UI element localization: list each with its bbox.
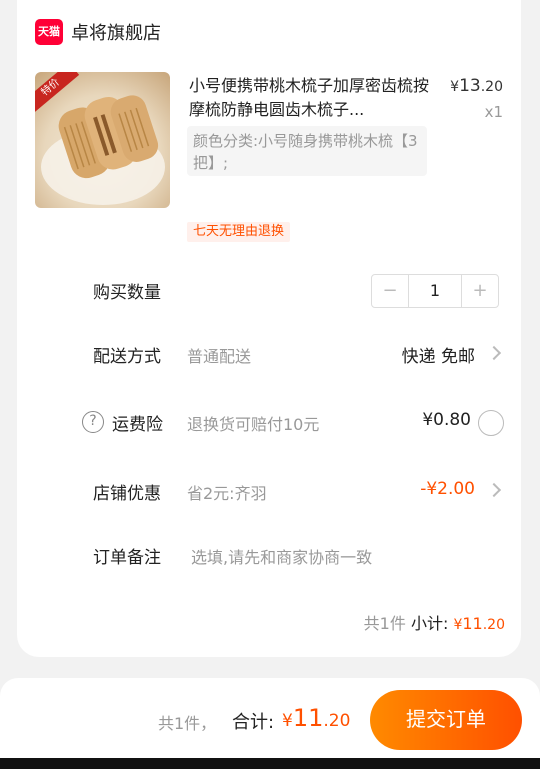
shop-header[interactable]: 天猫 卓将旗舰店 [35, 18, 161, 46]
return-policy-badge: 七天无理由退换 [187, 222, 291, 242]
subtotal-amount: ¥11.20 [453, 614, 505, 633]
subtotal-label: 小计: [410, 614, 449, 633]
plus-button[interactable]: + [462, 275, 498, 307]
delivery-value: 快递 免邮 [401, 347, 475, 367]
product-quantity: x1 [484, 103, 503, 121]
checkout-bar: 共1件， 合计: ¥11.20 提交订单 [0, 678, 540, 758]
discount-amount: -¥2.00 [420, 479, 475, 499]
delivery-label: 配送方式 [93, 347, 161, 367]
subtotal-dec: .20 [482, 617, 505, 633]
order-card: 天猫 卓将旗舰店 特价 小号便携带桃木梳子加厚密齿梳按摩梳防静电圆齿木梳子... [17, 0, 521, 657]
help-icon[interactable]: ? [82, 411, 104, 433]
insurance-label: 运费险 [112, 415, 163, 435]
total-dec: .20 [323, 711, 351, 731]
remark-row[interactable]: 订单备注 选填,请先和商家协商一致 [17, 539, 521, 573]
price-symbol: ¥ [450, 79, 460, 95]
total-symbol: ¥ [282, 711, 293, 731]
insurance-desc: 退换货可赔付10元 [187, 415, 320, 434]
minus-button[interactable]: − [372, 275, 408, 307]
discount-row[interactable]: 店铺优惠 省2元:齐羽 -¥2.00 [17, 475, 521, 509]
product-image[interactable]: 特价 [35, 72, 170, 208]
total-count: 共1件， [158, 714, 217, 733]
insurance-radio[interactable] [478, 410, 504, 436]
price-dec: .20 [480, 79, 503, 95]
chevron-right-icon [486, 482, 502, 498]
discount-desc: 省2元:齐羽 [187, 484, 267, 503]
shop-name[interactable]: 卓将旗舰店 [71, 19, 161, 45]
total-amount: ¥11.20 [282, 704, 350, 732]
remark-label: 订单备注 [93, 548, 161, 568]
total-label: 合计: [232, 712, 275, 733]
quantity-value[interactable]: 1 [408, 275, 462, 307]
subtotal: 共1件 小计: ¥11.20 [364, 610, 505, 634]
remark-input[interactable]: 选填,请先和商家协商一致 [191, 544, 372, 568]
tmall-logo-icon: 天猫 [35, 19, 63, 45]
discount-label: 店铺优惠 [93, 484, 161, 504]
product-sku[interactable]: 颜色分类:小号随身携带桃木梳【3把】; [187, 126, 427, 176]
delivery-row[interactable]: 配送方式 普通配送 快递 免邮 [17, 338, 521, 372]
insurance-price: ¥0.80 [422, 410, 471, 430]
subtotal-count: 共1件 [363, 614, 406, 633]
submit-order-button[interactable]: 提交订单 [370, 690, 522, 750]
quantity-stepper[interactable]: − 1 + [371, 274, 499, 308]
price-int: 13 [459, 76, 481, 96]
subtotal-int: 11 [462, 614, 483, 633]
system-nav-bar [0, 758, 540, 769]
chevron-right-icon [486, 345, 502, 361]
product-price: ¥13.20 [450, 76, 503, 96]
delivery-method: 普通配送 [187, 347, 252, 366]
insurance-row: ? 运费险 退换货可赔付10元 ¥0.80 [17, 406, 521, 440]
product-title[interactable]: 小号便携带桃木梳子加厚密齿梳按摩梳防静电圆齿木梳子... [189, 74, 429, 122]
total-int: 11 [292, 704, 324, 732]
quantity-row: 购买数量 − 1 + [17, 274, 521, 308]
quantity-label: 购买数量 [93, 283, 161, 303]
